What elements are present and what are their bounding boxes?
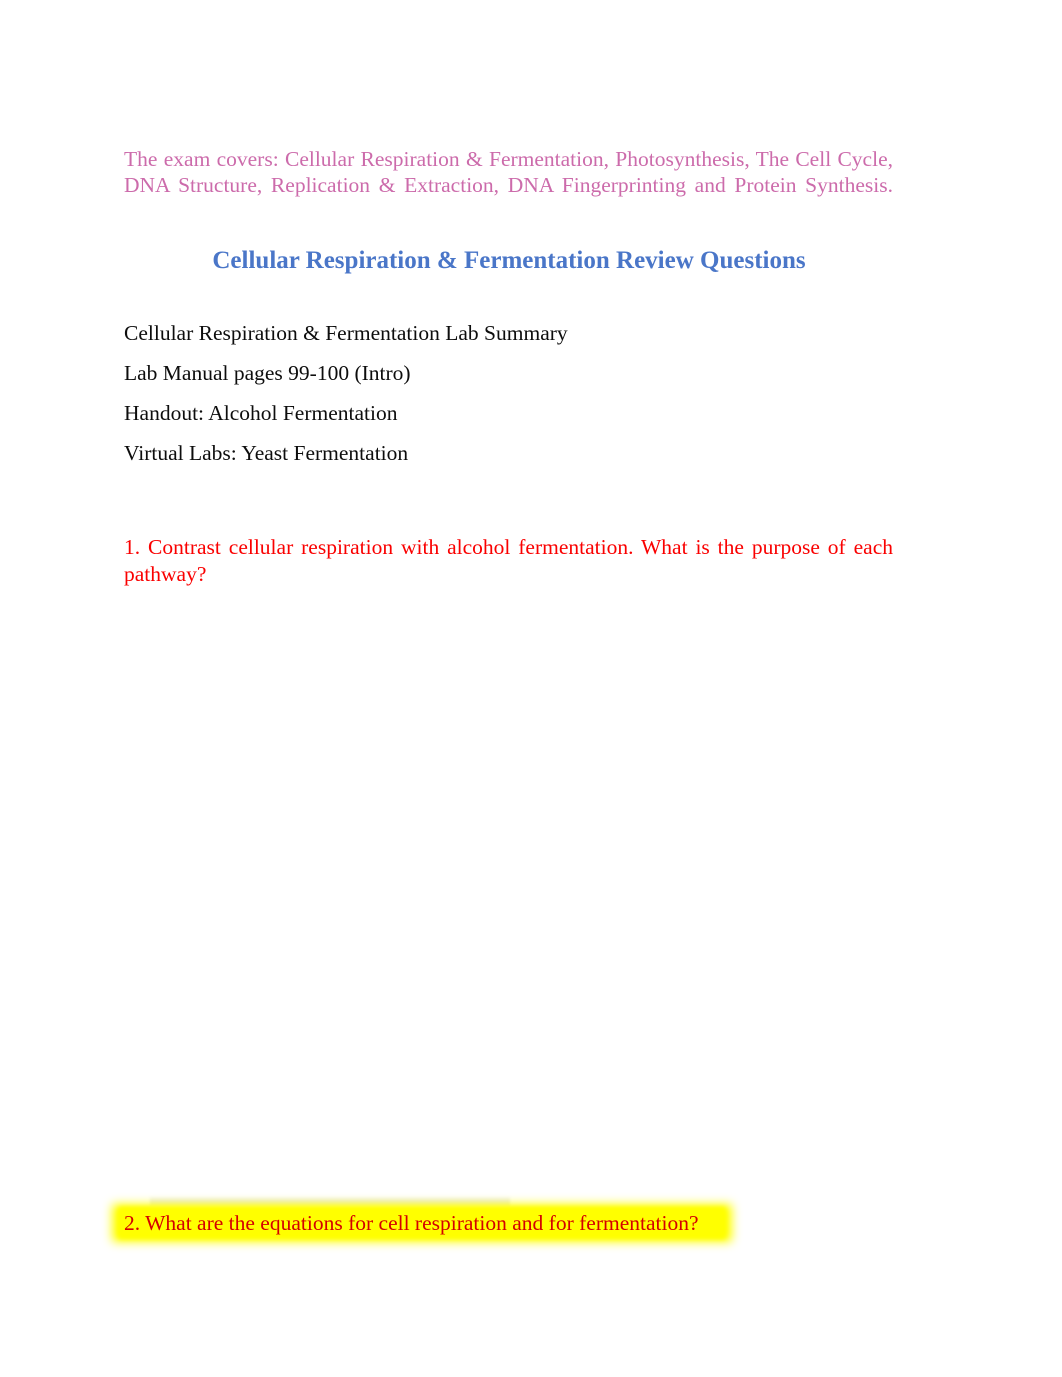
list-item: Lab Manual pages 99-100 (Intro) [124, 361, 411, 385]
list-item: Handout: Alcohol Fermentation [124, 401, 398, 425]
question-1: 1. Contrast cellular respiration with al… [124, 534, 893, 586]
document-page: The exam covers: Cellular Respiration & … [0, 0, 1062, 1377]
question-2-container: 2. What are the equations for cell respi… [0, 1196, 1062, 1256]
exam-coverage-paragraph: The exam covers: Cellular Respiration & … [124, 146, 893, 197]
lab-summary-list: Cellular Respiration & Fermentation Lab … [124, 313, 893, 473]
list-item: Cellular Respiration & Fermentation Lab … [124, 321, 568, 345]
question-2: 2. What are the equations for cell respi… [124, 1211, 699, 1235]
page-title: Cellular Respiration & Fermentation Revi… [212, 246, 806, 274]
list-item: Virtual Labs: Yeast Fermentation [124, 441, 409, 465]
